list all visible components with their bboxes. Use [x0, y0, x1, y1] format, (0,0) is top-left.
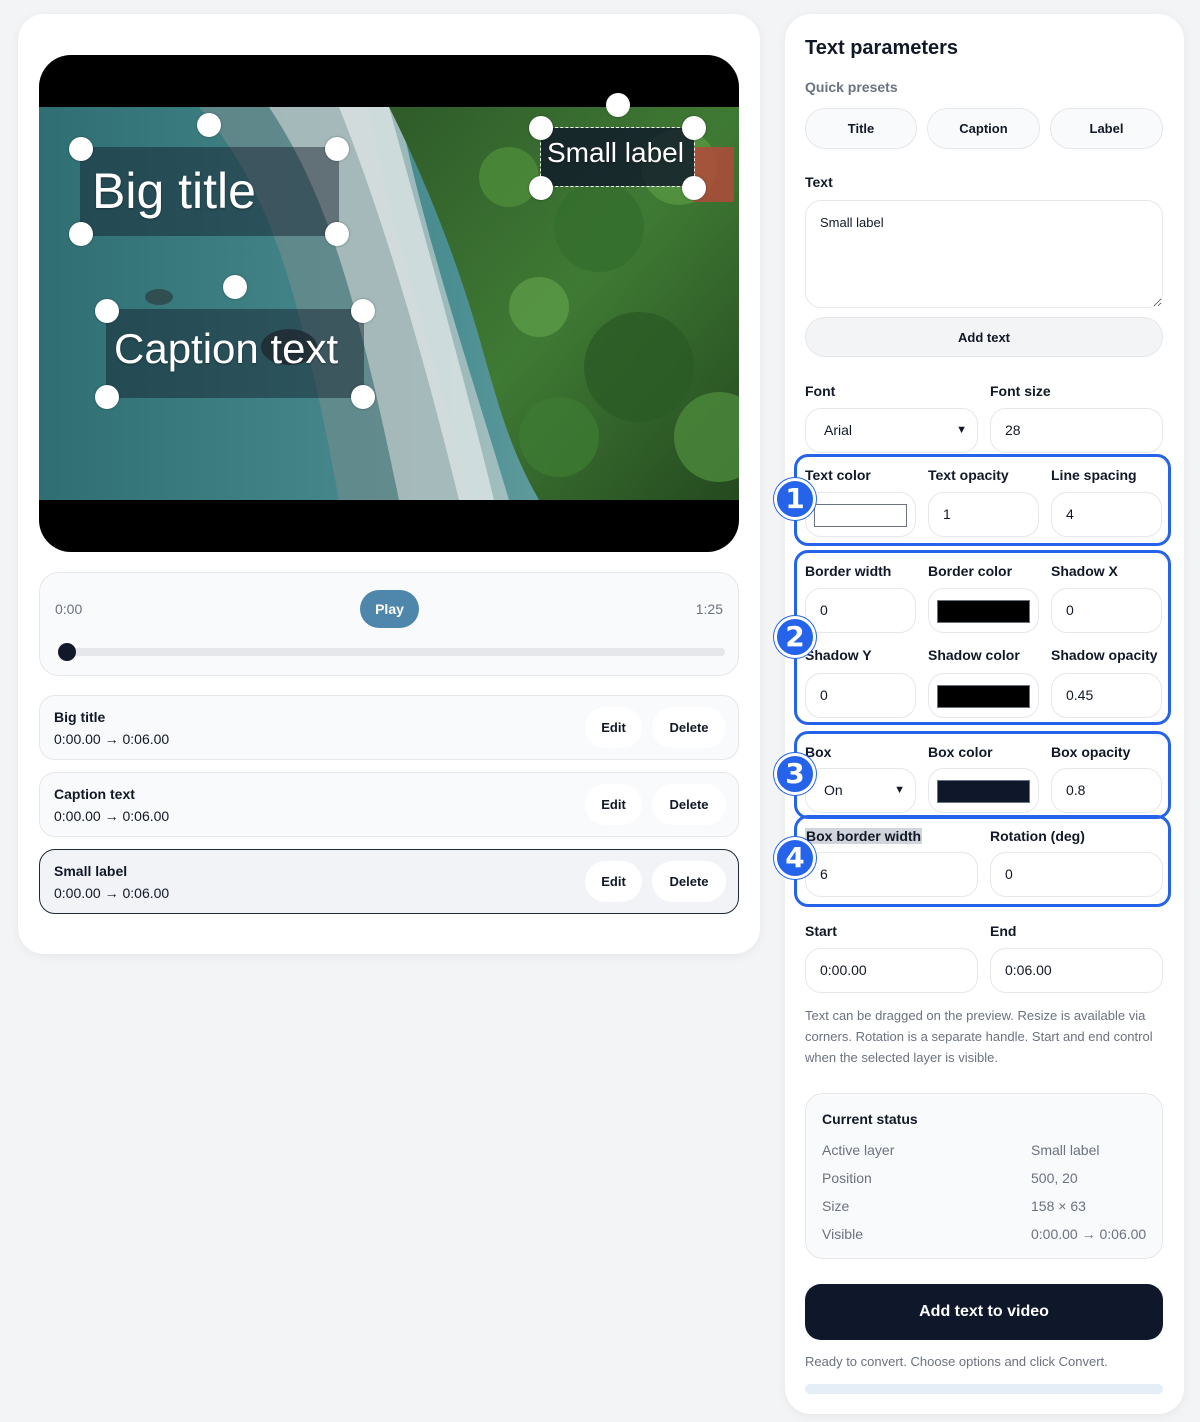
resize-handle-tr[interactable] [325, 137, 349, 161]
player-controls: 0:00 Play 1:25 [39, 572, 739, 676]
edit-button[interactable]: Edit [585, 784, 642, 825]
font-select[interactable]: Arial ▼ [805, 408, 978, 453]
delete-button[interactable]: Delete [652, 707, 726, 748]
resize-handle-bl[interactable] [95, 385, 119, 409]
edit-button[interactable]: Edit [585, 707, 642, 748]
status-message: Ready to convert. Choose options and cli… [805, 1354, 1108, 1369]
resize-handle-br[interactable] [682, 176, 706, 200]
status-value: 0:00.00 → 0:06.00 [1031, 1226, 1147, 1242]
resize-handle-br[interactable] [325, 222, 349, 246]
rotate-handle[interactable] [197, 113, 221, 137]
resize-handle-bl[interactable] [69, 222, 93, 246]
status-key: Visible [822, 1226, 863, 1242]
current-time: 0:00 [55, 601, 83, 617]
layer-name: Big title [54, 709, 106, 725]
chevron-down-icon: ▼ [956, 424, 967, 436]
font-label: Font [805, 383, 836, 399]
status-card: Current status Active layer Small label … [805, 1093, 1163, 1259]
rotate-handle[interactable] [223, 275, 247, 299]
resize-handle-tr[interactable] [351, 299, 375, 323]
add-text-button[interactable]: Add text [805, 317, 1163, 357]
annotation-box-4 [794, 815, 1171, 907]
annotation-badge-1: 1 [774, 478, 816, 520]
layer-row-selected[interactable]: Small label 0:00.00 → 0:06.00 Edit Delet… [39, 849, 739, 914]
duration: 1:25 [695, 601, 723, 617]
help-text: Text can be dragged on the preview. Resi… [805, 1008, 1153, 1065]
text-parameters-panel: Text parameters Quick presets Title Capt… [774, 14, 1184, 1414]
seek-track[interactable] [60, 648, 725, 656]
text-label: Text [805, 174, 833, 190]
convert-progress-bar [805, 1384, 1163, 1394]
layer-time: 0:00.00 → 0:06.00 [54, 885, 170, 901]
layer-time: 0:00.00 → 0:06.00 [54, 808, 170, 824]
layer-row[interactable]: Caption text 0:00.00 → 0:06.00 Edit Dele… [39, 772, 739, 837]
overlay-text: Caption text [114, 325, 339, 372]
start-label: Start [805, 923, 837, 939]
preset-title-button[interactable]: Title [805, 108, 917, 149]
layer-row[interactable]: Big title 0:00.00 → 0:06.00 Edit Delete [39, 695, 739, 760]
status-value: 158 × 63 [1031, 1198, 1086, 1214]
status-key: Position [822, 1170, 872, 1186]
text-input[interactable]: Small label [805, 200, 1163, 308]
edit-button[interactable]: Edit [585, 861, 642, 902]
font-size-input[interactable]: 28 [990, 408, 1163, 453]
delete-button[interactable]: Delete [652, 861, 726, 902]
annotation-badge-2: 2 [774, 616, 816, 658]
editor-card: Big title Caption text Small label 0:00 … [18, 14, 760, 954]
status-key: Active layer [822, 1142, 895, 1158]
start-input[interactable]: 0:00.00 [805, 948, 978, 993]
play-button[interactable]: Play [360, 590, 419, 628]
resize-handle-tl[interactable] [529, 116, 553, 140]
layer-time: 0:00.00 → 0:06.00 [54, 731, 170, 747]
status-value: 500, 20 [1031, 1170, 1078, 1186]
rotate-handle[interactable] [606, 93, 630, 117]
resize-handle-br[interactable] [351, 385, 375, 409]
font-select-value: Arial [824, 422, 853, 438]
resize-handle-bl[interactable] [529, 176, 553, 200]
delete-button[interactable]: Delete [652, 784, 726, 825]
video-preview[interactable]: Big title Caption text Small label [39, 55, 739, 552]
overlay-text: Small label [547, 137, 684, 168]
seek-thumb[interactable] [58, 643, 76, 661]
overlay-caption-text[interactable]: Caption text [106, 309, 364, 398]
resize-handle-tr[interactable] [682, 116, 706, 140]
overlay-big-title[interactable]: Big title [80, 147, 339, 236]
convert-button[interactable]: Add text to video [805, 1284, 1163, 1340]
panel-title: Text parameters [805, 37, 959, 59]
end-label: End [990, 923, 1017, 939]
status-title: Current status [822, 1111, 918, 1127]
preset-caption-button[interactable]: Caption [927, 108, 1040, 149]
overlay-small-label[interactable]: Small label [540, 127, 695, 187]
layer-name: Caption text [54, 786, 135, 802]
end-input[interactable]: 0:06.00 [990, 948, 1163, 993]
status-value: Small label [1031, 1142, 1100, 1158]
overlay-text: Big title [92, 163, 256, 219]
presets-label: Quick presets [805, 79, 898, 95]
status-key: Size [822, 1198, 850, 1214]
annotation-badge-4: 4 [774, 837, 816, 879]
annotation-badge-3: 3 [774, 753, 816, 795]
annotation-box-2 [794, 550, 1171, 725]
resize-handle-tl[interactable] [95, 299, 119, 323]
preset-label-button[interactable]: Label [1050, 108, 1163, 149]
annotation-box-3 [794, 731, 1171, 819]
annotation-box-1 [794, 454, 1171, 546]
font-size-label: Font size [990, 383, 1051, 399]
layer-name: Small label [54, 863, 128, 879]
resize-handle-tl[interactable] [69, 137, 93, 161]
